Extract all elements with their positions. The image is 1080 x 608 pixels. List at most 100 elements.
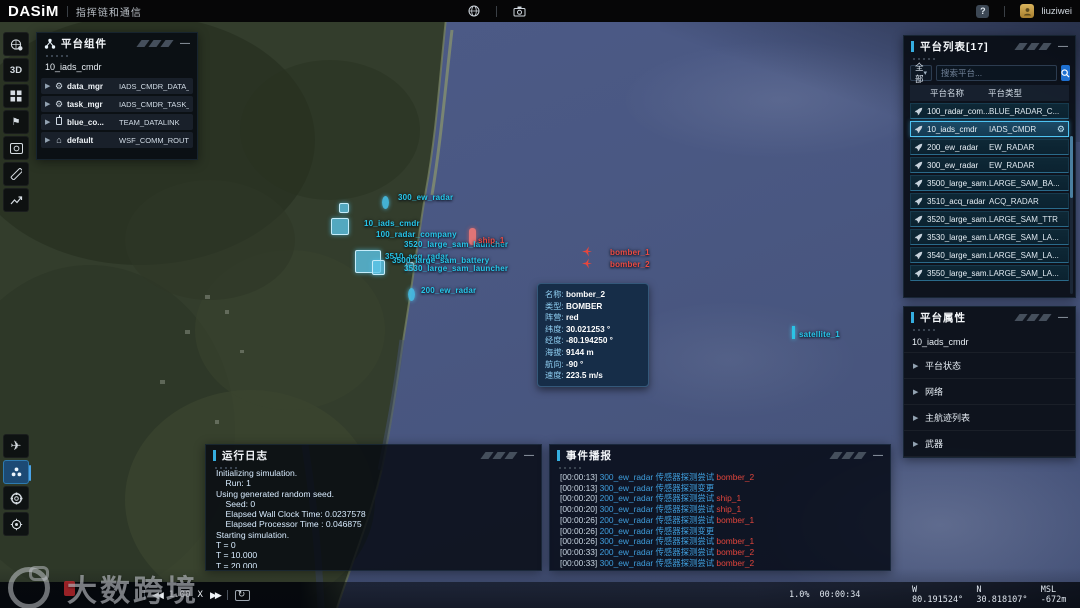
caret-icon[interactable]: ▶ — [913, 440, 925, 448]
caret-icon[interactable]: ▶ — [45, 118, 53, 126]
column-type: 平台类型 — [988, 88, 1023, 98]
search-button[interactable] — [1061, 65, 1071, 81]
fast-forward-button[interactable]: ▶▶ — [210, 590, 222, 601]
property-section[interactable]: ▶ 平台状态 — [904, 353, 1075, 379]
component-item[interactable]: ▶⚙data_mgr IADS_CMDR_DATA_M... — [41, 78, 193, 94]
tooltip-value: 223.5 m/s — [565, 371, 603, 381]
caret-icon[interactable]: ▶ — [45, 82, 53, 90]
component-item[interactable]: ▶⌂ default WSF_COMM_ROUTER — [41, 132, 193, 148]
layout-grid-button[interactable] — [3, 84, 29, 108]
help-button[interactable]: ? — [976, 4, 990, 18]
property-section[interactable]: ▶ 主航迹列表 — [904, 405, 1075, 431]
map-entity-label[interactable]: 100_radar_company — [376, 230, 457, 239]
measure-button[interactable] — [3, 162, 29, 186]
playback-speed-value: 1.00 — [168, 590, 191, 600]
bomber-marker[interactable] — [581, 246, 593, 257]
trend-chart-button[interactable] — [3, 188, 29, 212]
camera-icon[interactable] — [513, 6, 526, 17]
caret-icon[interactable]: ▶ — [913, 362, 925, 370]
panel-decoration — [135, 40, 174, 47]
unit-marker[interactable] — [339, 203, 349, 213]
caret-icon[interactable]: ▶ — [45, 136, 53, 144]
scrollbar-thumb[interactable] — [1070, 136, 1073, 198]
top-bar: DASiM 指挥链和通信 ? liuziwei — [0, 0, 1080, 22]
component-item[interactable]: ▶ blue_co... TEAM_DATALINK — [41, 114, 193, 130]
wheel-settings-button[interactable] — [3, 486, 29, 510]
platform-type: BLUE_RADAR_C... — [989, 106, 1060, 116]
map-entity-label[interactable]: bomber_2 — [610, 260, 650, 269]
minimize-button[interactable]: — — [180, 38, 190, 49]
caret-icon[interactable]: ▶ — [45, 100, 53, 108]
screenshot-button[interactable] — [3, 136, 29, 160]
minimize-button[interactable]: — — [1058, 41, 1068, 52]
scrollbar[interactable] — [1070, 136, 1073, 294]
tooltip-label: 海拔: — [545, 347, 566, 357]
platform-row[interactable]: 200_ew_radar EW_RADAR — [910, 139, 1069, 155]
platform-row[interactable]: 3510_acq_radar ACQ_RADAR — [910, 193, 1069, 209]
property-sections: ▶ 平台状态 ▶ 网络 ▶ 主航迹列表 ▶ 武器 — [904, 353, 1075, 457]
map-entity-label[interactable]: 300_ew_radar — [398, 193, 453, 202]
map-entity-label[interactable]: 10_iads_cmdr — [364, 219, 420, 228]
progress-value: 1.0% — [789, 590, 810, 600]
platform-row[interactable]: 3540_large_sam... LARGE_SAM_LA... — [910, 247, 1069, 263]
panel-title: 运行日志 — [222, 450, 268, 462]
event-feed-output[interactable]: [00:00:13] 300_ew_radar 传感器探测尝试 bomber_2… — [550, 471, 890, 569]
platform-type: LARGE_SAM_LA... — [989, 250, 1059, 260]
satellite-marker[interactable] — [792, 326, 795, 339]
event-action: 传感器探测尝试 — [655, 472, 717, 482]
tooltip-row: 阵营: red — [545, 312, 641, 324]
panel-accent — [557, 450, 560, 461]
unit-marker[interactable] — [372, 260, 385, 275]
event-source: 300_ew_radar — [599, 504, 656, 515]
3d-view-button[interactable]: 3D — [3, 58, 29, 82]
property-section[interactable]: ▶ 网络 — [904, 379, 1075, 405]
elevation-value: MSL -672m — [1040, 585, 1067, 605]
minimize-button[interactable]: — — [524, 450, 534, 461]
panel-title: 事件播报 — [566, 450, 612, 462]
tooltip-row: 航向: -90 ° — [545, 359, 641, 371]
component-item[interactable]: ▶⚙task_mgr IADS_CMDR_TASK_MGR — [41, 96, 193, 112]
property-section-label: 主航迹列表 — [925, 413, 971, 423]
map-entity-label[interactable]: 200_ew_radar — [421, 286, 476, 295]
radar-marker[interactable] — [408, 288, 415, 301]
reset-view-button[interactable] — [234, 589, 250, 601]
unit-marker[interactable] — [331, 218, 349, 235]
target-center-button[interactable] — [3, 512, 29, 536]
gear-icon[interactable]: ⚙ — [1057, 124, 1065, 135]
property-section[interactable]: ▶ 武器 — [904, 431, 1075, 457]
platform-name: 3530_large_sam... — [927, 232, 989, 242]
map-entity-label[interactable]: bomber_1 — [610, 248, 650, 257]
minimize-button[interactable]: — — [1058, 312, 1068, 323]
cluster-layer-button[interactable] — [3, 460, 31, 484]
avatar[interactable] — [1020, 4, 1035, 18]
aircraft-layer-button[interactable]: ✈ — [3, 434, 29, 458]
event-line: [00:00:33] 200_ew_radar 传感器探测尝试 bomber_2 — [560, 547, 880, 558]
tooltip-label: 类型: — [545, 301, 566, 311]
globe-icon[interactable] — [468, 5, 480, 17]
platform-row[interactable]: 3550_large_sam... LARGE_SAM_LA... — [910, 265, 1069, 281]
divider — [144, 590, 145, 600]
map-entity-label[interactable]: 3530_large_sam_launcher — [404, 264, 508, 273]
platform-name: 300_ew_radar — [927, 160, 979, 170]
tooltip-label: 经度: — [545, 336, 566, 346]
flag-button[interactable]: ⚑ — [3, 110, 29, 134]
run-log-output[interactable]: Initializing simulation. Run: 1 Using gen… — [206, 468, 541, 568]
caret-icon[interactable]: ▶ — [913, 388, 925, 396]
rewind-button[interactable]: ◀◀ — [152, 590, 164, 601]
globe-settings-button[interactable] — [3, 32, 29, 56]
map-entity-label[interactable]: ship_1 — [478, 236, 505, 245]
minimize-button[interactable]: — — [873, 450, 883, 461]
map-entity-label[interactable]: satellite_1 — [799, 330, 840, 339]
search-input[interactable] — [936, 65, 1058, 81]
platform-row[interactable]: 3520_large_sam... LARGE_SAM_TTR — [910, 211, 1069, 227]
event-target: ship_1 — [716, 504, 742, 515]
platform-row[interactable]: 300_ew_radar EW_RADAR — [910, 157, 1069, 173]
platform-row[interactable]: 100_radar_com... BLUE_RADAR_C... — [910, 103, 1069, 119]
platform-row[interactable]: 3500_large_sam... LARGE_SAM_BA... — [910, 175, 1069, 191]
bomber-marker[interactable] — [581, 258, 593, 269]
caret-icon[interactable]: ▶ — [913, 414, 925, 422]
platform-row[interactable]: 10_iads_cmdr IADS_CMDR ⚙ — [910, 121, 1069, 137]
platform-row[interactable]: 3530_large_sam... LARGE_SAM_LA... — [910, 229, 1069, 245]
filter-dropdown[interactable]: 全部 ▾ — [910, 62, 933, 84]
radar-marker[interactable] — [382, 196, 389, 209]
